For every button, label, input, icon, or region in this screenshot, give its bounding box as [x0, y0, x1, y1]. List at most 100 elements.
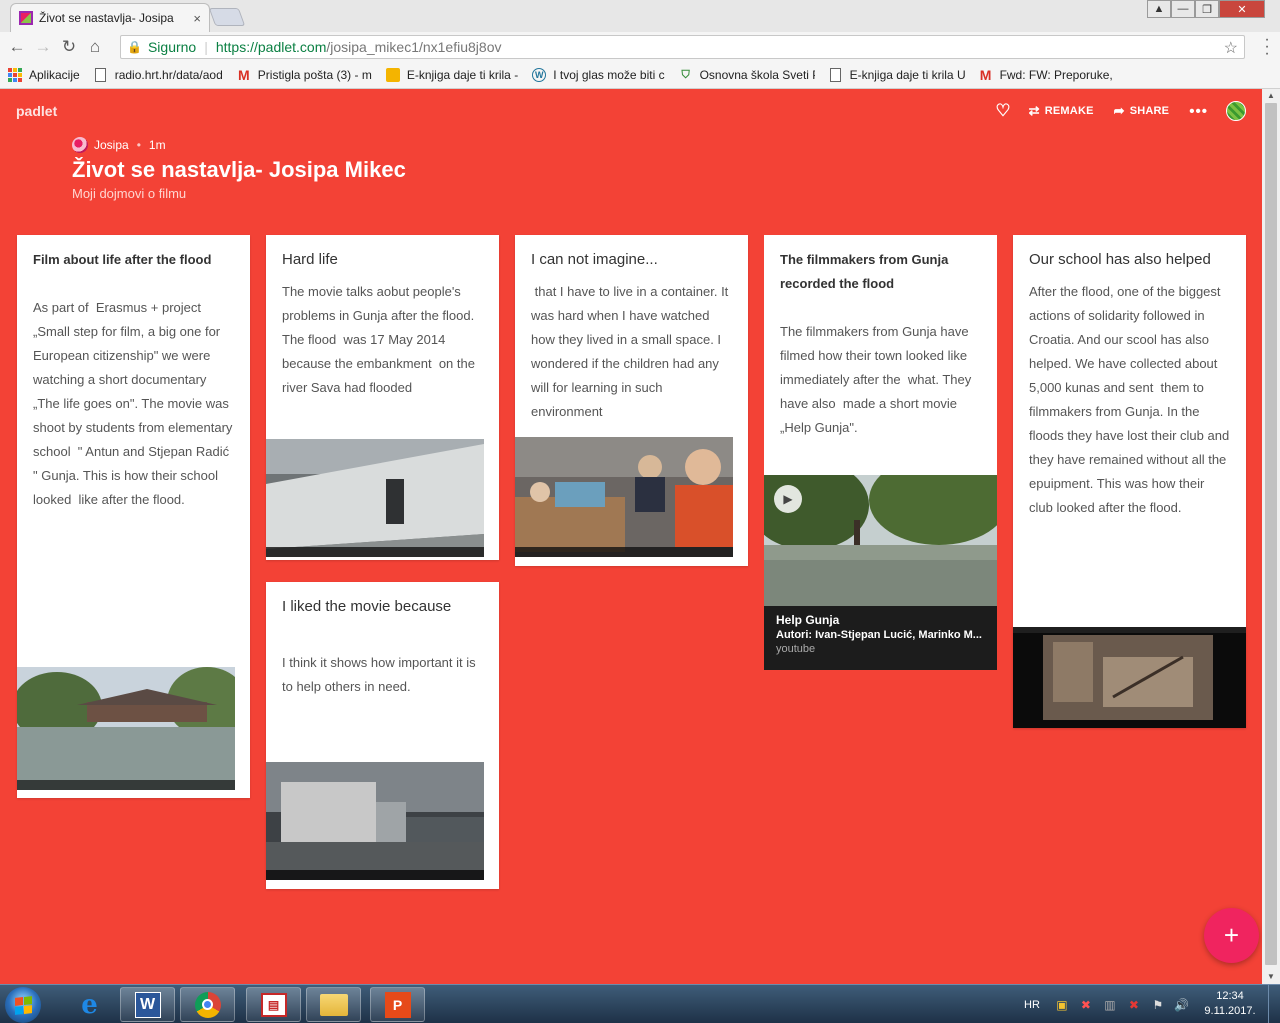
volume-icon[interactable]: 🔊: [1174, 997, 1190, 1013]
post-title: Hard life: [282, 251, 338, 268]
bookmark-apps[interactable]: Aplikacije: [8, 68, 80, 82]
bookmark-fwd-preporuke[interactable]: M Fwd: FW: Preporuke,: [979, 67, 1113, 83]
tab-title: Život se nastavlja- Josipa: [39, 11, 174, 25]
user-avatar[interactable]: [1226, 101, 1246, 121]
family-image[interactable]: [515, 437, 733, 557]
language-indicator[interactable]: HR: [1024, 999, 1040, 1011]
browser-tab-strip: Život se nastavlja- Josipa × ▲ — ❐ ✕: [0, 0, 1280, 32]
chrome-menu-icon[interactable]: · · ·: [1260, 32, 1274, 62]
post-time: 1m: [148, 138, 166, 152]
lock-icon: 🔒: [127, 40, 142, 54]
taskbar-reader[interactable]: ▤: [246, 987, 301, 1022]
add-post-button[interactable]: +: [1204, 908, 1259, 963]
bookmark-gmail-inbox[interactable]: M Pristigla pošta (3) - m: [237, 67, 372, 83]
post-card[interactable]: Our school has also helped After the flo…: [1013, 235, 1246, 728]
home-icon[interactable]: ⌂: [82, 34, 108, 60]
taskbar-powerpoint[interactable]: P: [370, 987, 425, 1022]
padlet-favicon-icon: [19, 11, 33, 25]
show-desktop-button[interactable]: [1268, 985, 1280, 1023]
chrome-icon: [194, 991, 221, 1018]
post-card[interactable]: I liked the movie because I think it sho…: [266, 582, 499, 889]
windows-logo-icon: [14, 995, 32, 1015]
bookmark-tvoj-glas[interactable]: W I tvoj glas može biti c: [532, 68, 665, 82]
document-icon: [94, 68, 108, 82]
taskbar-clock[interactable]: 12:34 9.11.2017.: [1200, 989, 1260, 1019]
url-host: padlet.com: [257, 39, 327, 55]
author-avatar: [72, 137, 88, 153]
bookmark-e-knjiga-2[interactable]: E-knjiga daje ti krila U: [829, 68, 965, 82]
system-tray: HR ▣ ✖ ▥ ✖ ⚑ 🔊: [1024, 985, 1190, 1023]
more-options-icon[interactable]: •••: [1189, 103, 1208, 120]
powerpoint-icon: P: [384, 991, 411, 1018]
bookmark-star-icon[interactable]: ☆: [1224, 38, 1238, 58]
url-scheme: https://: [215, 39, 258, 55]
share-button[interactable]: ➦ SHARE: [1114, 103, 1170, 119]
taskbar-internet-explorer[interactable]: e: [62, 987, 117, 1022]
video-authors: Autori: Ivan-Stjepan Lucić, Marinko M...: [776, 629, 982, 641]
tray-app-icon[interactable]: ▣: [1054, 997, 1070, 1013]
taskbar-word[interactable]: W: [120, 987, 175, 1022]
youtube-embed-info[interactable]: Help Gunja Autori: Ivan-Stjepan Lucić, M…: [764, 606, 997, 670]
play-icon[interactable]: ▶: [774, 485, 802, 513]
padlet-logo[interactable]: padlet: [16, 103, 57, 119]
windows-taskbar: e W ▤ P HR ▣ ✖ ▥ ✖ ⚑ 🔊 12:34 9.11.2017.: [0, 984, 1280, 1023]
post-card[interactable]: I can not imagine... that I have to live…: [515, 235, 748, 566]
damaged-club-photo: [1013, 627, 1246, 728]
container-housing-photo: [266, 439, 484, 557]
clock-date: 9.11.2017.: [1204, 1005, 1256, 1017]
bookmarks-bar: Aplikacije radio.hrt.hr/data/aod M Prist…: [0, 62, 1280, 89]
post-card[interactable]: Film about life after the flood As part …: [17, 235, 250, 798]
remake-button[interactable]: ⇄ REMAKE: [1029, 103, 1094, 119]
vertical-scrollbar[interactable]: ▲ ▼: [1262, 89, 1280, 984]
taskbar-explorer[interactable]: [306, 987, 361, 1022]
truck-image[interactable]: [266, 762, 484, 880]
bookmark-label: Pristigla pošta (3) - m: [257, 68, 372, 82]
user-icon[interactable]: ▲: [1147, 0, 1171, 18]
scrollbar-thumb[interactable]: [1265, 103, 1277, 965]
youtube-video-thumbnail[interactable]: ▶: [764, 475, 997, 606]
close-window-icon[interactable]: ✕: [1219, 0, 1265, 18]
post-title: I can not imagine...: [531, 251, 658, 268]
scroll-down-arrow-icon[interactable]: ▼: [1262, 970, 1280, 984]
post-card[interactable]: Hard life The movie talks aobut people's…: [266, 235, 499, 560]
bookmark-label: I tvoj glas može biti c: [553, 68, 665, 82]
forward-arrow-icon[interactable]: →: [30, 34, 56, 60]
containers-image[interactable]: [266, 439, 484, 557]
board-actions: ♡ ⇄ REMAKE ➦ SHARE •••: [995, 101, 1246, 121]
reload-icon[interactable]: ↻: [56, 34, 82, 60]
back-arrow-icon[interactable]: ←: [4, 34, 30, 60]
bookmark-label: E-knjiga daje ti krila U: [849, 68, 965, 82]
padlet-board: padlet ♡ ⇄ REMAKE ➦ SHARE ••• Josipa • 1…: [0, 89, 1262, 984]
browser-tab[interactable]: Život se nastavlja- Josipa ×: [10, 3, 210, 32]
tray-device-icon[interactable]: ▥: [1102, 997, 1118, 1013]
action-center-icon[interactable]: ⚑: [1150, 997, 1166, 1013]
heart-icon[interactable]: ♡: [995, 101, 1010, 121]
post-body: I think it shows how important it is to …: [282, 655, 480, 694]
flooded-school-image[interactable]: [17, 667, 235, 790]
antivirus-icon[interactable]: ✖: [1126, 997, 1142, 1013]
close-tab-icon[interactable]: ×: [193, 11, 201, 26]
start-button[interactable]: [5, 987, 41, 1023]
scroll-up-arrow-icon[interactable]: ▲: [1262, 89, 1280, 103]
share-arrow-icon: ➦: [1113, 103, 1125, 118]
post-body: After the flood, one of the biggest acti…: [1029, 284, 1233, 515]
new-tab-button[interactable]: [208, 8, 246, 26]
address-bar[interactable]: 🔒 Sigurno | https://padlet.com/josipa_mi…: [120, 35, 1245, 59]
network-error-icon[interactable]: ✖: [1078, 997, 1094, 1013]
post-card[interactable]: The filmmakers from Gunja recorded the f…: [764, 235, 997, 670]
browser-toolbar: ← → ↻ ⌂ 🔒 Sigurno | https://padlet.com/j…: [0, 32, 1280, 62]
bookmark-e-knjiga-1[interactable]: E-knjiga daje ti krila -: [385, 68, 518, 82]
board-author: Josipa • 1m: [72, 137, 166, 153]
wordpress-icon: W: [532, 68, 547, 82]
apps-icon: [8, 68, 22, 82]
bookmark-osnovna-skola[interactable]: ⛉ Osnovna škola Sveti P: [679, 68, 814, 82]
flooded-school-photo: [17, 667, 235, 790]
post-body: As part of Erasmus + project „Small step…: [33, 300, 237, 507]
taskbar-chrome[interactable]: [180, 987, 235, 1022]
maximize-icon[interactable]: ❐: [1195, 0, 1219, 18]
bookmark-radio-hrt[interactable]: radio.hrt.hr/data/aod: [94, 68, 223, 82]
clock-time: 12:34: [1216, 990, 1244, 1002]
bookmark-label: radio.hrt.hr/data/aod: [114, 68, 223, 82]
damaged-club-image[interactable]: [1013, 627, 1246, 728]
minimize-icon[interactable]: —: [1171, 0, 1195, 18]
